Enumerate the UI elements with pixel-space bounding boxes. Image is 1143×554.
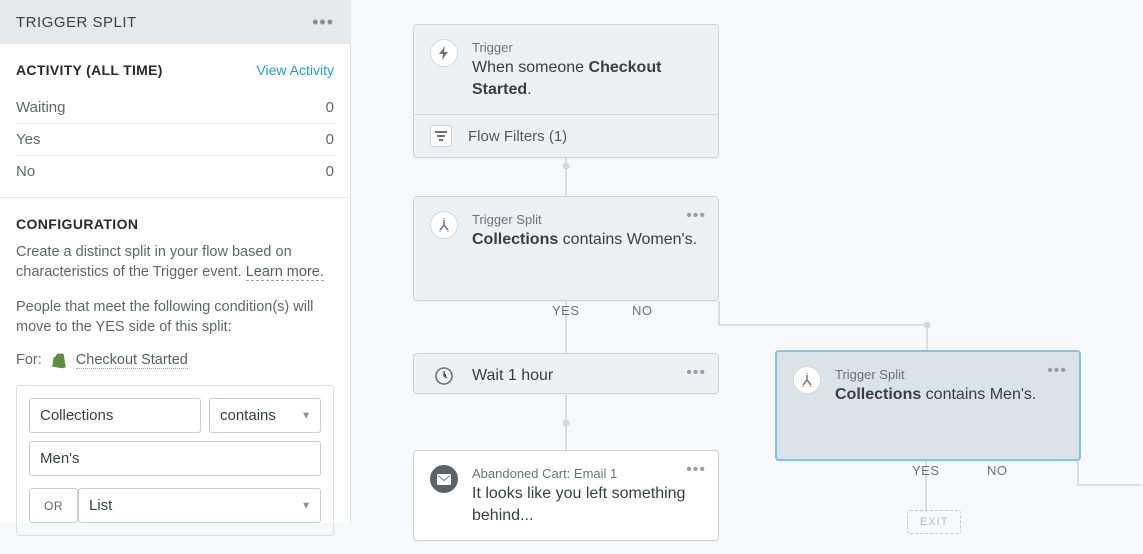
stat-label: Waiting [16,99,65,116]
node-label: Trigger [472,40,702,55]
clock-icon [430,362,458,390]
flow-filters-row[interactable]: Flow Filters (1) [414,114,718,157]
connector-dot [563,420,570,427]
for-event-link[interactable]: Checkout Started [76,352,188,369]
exit-node[interactable]: EXIT [907,510,961,534]
stat-row-waiting: Waiting 0 [16,92,334,124]
node-menu-button[interactable]: ••• [686,364,706,382]
bolt-icon [430,39,458,67]
stat-label: No [16,163,35,180]
panel-menu-button[interactable]: ••• [312,12,334,33]
activity-heading: ACTIVITY (ALL TIME) [16,62,163,78]
yes-label: YES [912,463,940,478]
no-label: NO [632,303,653,318]
side-panel: TRIGGER SPLIT ••• ACTIVITY (ALL TIME) Vi… [0,0,351,523]
node-menu-button[interactable]: ••• [686,207,706,225]
yes-label: YES [552,303,580,318]
stat-value: 0 [326,163,334,180]
stat-value: 0 [326,99,334,116]
stat-row-no: No 0 [16,156,334,187]
panel-header: TRIGGER SPLIT ••• [0,0,350,44]
for-label: For: [16,352,42,368]
filter-icon [430,125,452,147]
configuration-section: CONFIGURATION Create a distinct split in… [0,198,350,554]
node-text: When someone Checkout Started. [472,57,702,100]
node-label: Trigger Split [472,212,702,227]
wait-node[interactable]: ••• Wait 1 hour [413,353,719,394]
email-node[interactable]: ••• Abandoned Cart: Email 1 It looks lik… [413,450,719,541]
for-row: For: Checkout Started [16,351,334,369]
split-icon [430,211,458,239]
node-text: Collections contains Women's. [472,229,702,251]
connector-dot [563,163,570,170]
flow-canvas[interactable]: Trigger When someone Checkout Started. F… [351,0,1143,523]
or-button[interactable]: OR [29,488,78,523]
view-activity-link[interactable]: View Activity [256,62,334,78]
condition-intro: People that meet the following condition… [16,297,334,338]
node-text: Collections contains Men's. [835,384,1063,406]
node-menu-button[interactable]: ••• [686,461,706,479]
node-menu-button[interactable]: ••• [1047,362,1067,380]
stat-row-yes: Yes 0 [16,124,334,156]
type-select[interactable]: List [78,488,321,523]
email-icon [430,465,458,493]
node-label: Abandoned Cart: Email 1 [472,466,702,481]
rule-builder: contains ▼ OR List ▼ [16,385,334,536]
configuration-heading: CONFIGURATION [16,216,334,232]
node-label: Trigger Split [835,367,1063,382]
shopify-icon [50,351,68,369]
connector-dot [924,322,931,329]
trigger-split-node-selected[interactable]: ••• Trigger Split Collections contains M… [775,350,1081,461]
trigger-node[interactable]: Trigger When someone Checkout Started. F… [413,24,719,158]
node-text: Wait 1 hour [472,365,553,387]
no-label: NO [987,463,1008,478]
flow-filters-label: Flow Filters (1) [468,128,567,145]
value-input[interactable] [29,441,321,476]
operator-select[interactable]: contains [209,398,321,433]
property-input[interactable] [29,398,201,433]
configuration-description: Create a distinct split in your flow bas… [16,242,334,283]
activity-section: ACTIVITY (ALL TIME) View Activity Waitin… [0,44,350,198]
learn-more-link[interactable]: Learn more. [246,264,324,281]
split-icon [793,366,821,394]
stat-label: Yes [16,131,40,148]
stat-value: 0 [326,131,334,148]
trigger-split-node[interactable]: ••• Trigger Split Collections contains W… [413,196,719,301]
panel-title: TRIGGER SPLIT [16,14,137,31]
node-text: It looks like you left something behind.… [472,483,702,526]
